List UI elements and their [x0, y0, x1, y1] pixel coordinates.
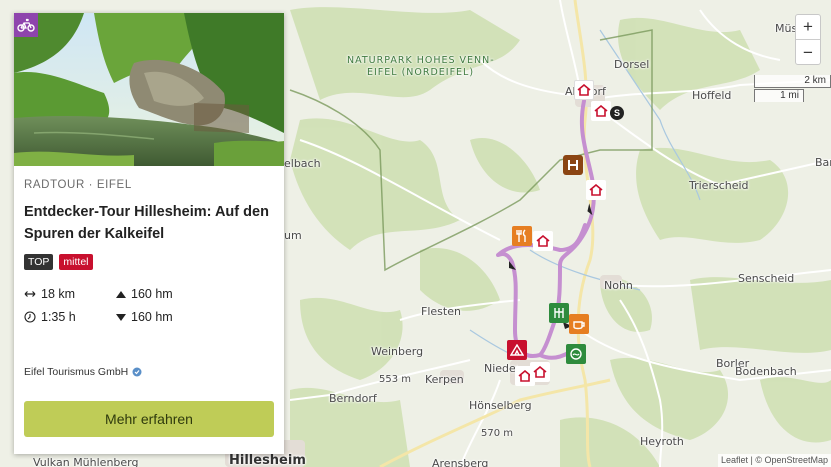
place-label-kerpen: Kerpen — [425, 373, 464, 386]
scale-km: 2 km — [754, 75, 831, 88]
viewpoint-icon[interactable] — [566, 344, 586, 364]
restaurant-icon[interactable] — [512, 226, 532, 246]
zoom-control: + − — [795, 14, 821, 65]
tour-category: RADTOUR · EIFEL — [24, 179, 132, 191]
map-attribution[interactable]: Leaflet | © OpenStreetMap — [717, 454, 831, 467]
bicycle-icon — [14, 13, 38, 37]
tour-card-body: RADTOUR · EIFEL Entdecker-Tour Hilleshei… — [24, 179, 276, 324]
place-label-honselberg: Hönselberg — [469, 399, 532, 412]
bus-stop-icon[interactable]: S — [610, 106, 624, 120]
accommodation-icon-2[interactable] — [586, 180, 606, 200]
duration-stat: 1:35 h — [24, 310, 116, 324]
place-label-heyroth: Heyroth — [640, 435, 684, 448]
descent-icon — [116, 313, 126, 321]
clock-icon — [24, 311, 36, 323]
place-label-arensberg: Arensberg — [432, 457, 489, 467]
descent-stat: 160 hm — [116, 310, 236, 324]
tour-card[interactable]: RADTOUR · EIFEL Entdecker-Tour Hilleshei… — [14, 13, 284, 454]
ascent-icon — [116, 290, 126, 298]
place-label-elbach: elbach — [284, 157, 321, 170]
place-label-hoffeld: Hoffeld — [692, 89, 732, 102]
place-label-weinberg: Weinberg — [371, 345, 424, 358]
tour-title[interactable]: Entdecker-Tour Hillesheim: Auf den Spure… — [24, 201, 276, 245]
park-label-line1: NATURPARK HOHES VENN- — [347, 55, 495, 66]
publisher[interactable]: Eifel Tourismus GmbH — [24, 366, 142, 378]
place-label-trierscheid: Trierscheid — [689, 179, 749, 192]
top-badge: TOP — [24, 254, 54, 270]
place-label-nohn: Nohn — [604, 279, 633, 292]
elevation-label-570: 570 m — [481, 428, 514, 439]
distance-icon — [24, 291, 36, 297]
place-label-bodenbach: Bodenbach — [735, 365, 797, 378]
house-icon-2[interactable] — [533, 231, 553, 251]
distance-value: 18 km — [41, 287, 76, 301]
duration-value: 1:35 h — [41, 310, 76, 324]
place-label-senscheid: Senscheid — [738, 272, 795, 285]
tour-stats: 18 km 160 hm 1:35 h 160 hm — [24, 287, 276, 324]
place-label-berndorf: Berndorf — [329, 392, 377, 405]
nature-icon[interactable] — [549, 303, 569, 323]
elevation-label-553: 553 m — [379, 374, 412, 385]
place-label-um: um — [284, 229, 302, 242]
place-label-hillesheim: Hillesheim — [229, 453, 306, 467]
place-label-flesten: Flesten — [421, 305, 461, 318]
tour-badges: TOP mittel — [24, 254, 276, 270]
place-label-vulkan: Vulkan Mühlenberg — [33, 456, 139, 467]
publisher-name[interactable]: Eifel Tourismus GmbH — [24, 366, 128, 378]
map-scale: 2 km 1 mi — [754, 74, 831, 104]
descent-value: 160 hm — [131, 310, 173, 324]
hut-icon[interactable] — [507, 340, 527, 360]
accommodation-icon[interactable] — [574, 80, 594, 100]
ascent-stat: 160 hm — [116, 287, 236, 301]
tour-photo — [14, 13, 284, 166]
place-label-bar: Bar — [815, 156, 831, 169]
zoom-in-button[interactable]: + — [796, 15, 820, 40]
hotel-icon[interactable] — [563, 155, 583, 175]
verified-icon — [132, 367, 142, 377]
difficulty-badge: mittel — [59, 254, 93, 270]
park-label-line2: EIFEL (NORDEIFEL) — [367, 67, 475, 78]
zoom-out-button[interactable]: − — [796, 40, 820, 65]
more-info-button[interactable]: Mehr erfahren — [24, 401, 274, 437]
house-icon-3[interactable] — [530, 362, 550, 382]
house-icon[interactable] — [591, 101, 611, 121]
place-label-niederehe: Niederehe — [484, 362, 518, 375]
ascent-value: 160 hm — [131, 287, 173, 301]
scale-mi: 1 mi — [754, 89, 804, 102]
distance-stat: 18 km — [24, 287, 116, 301]
cafe-icon[interactable] — [569, 314, 589, 334]
place-label-dorsel: Dorsel — [614, 58, 650, 71]
